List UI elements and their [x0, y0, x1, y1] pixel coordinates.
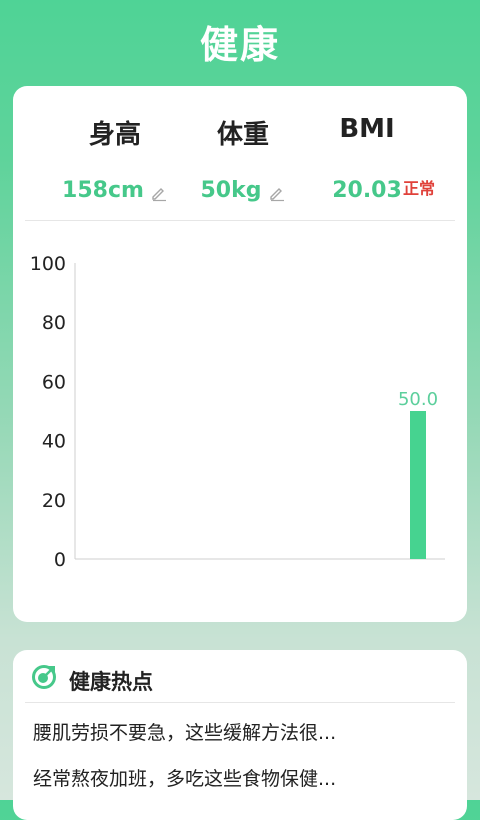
health-news-card: 健康热点 腰肌劳损不要急，这些缓解方法很... 经常熬夜加班，多吃这些食物保健.… [13, 650, 467, 820]
y-tick-label: 60 [42, 371, 66, 393]
page-title: 健康 [199, 23, 280, 67]
news-item[interactable]: 腰肌劳损不要急，这些缓解方法很... [33, 718, 336, 745]
target-icon [32, 665, 56, 689]
y-tick-label: 80 [42, 312, 66, 334]
bar-value-label: 50.0 [398, 389, 438, 410]
y-tick-label: 20 [42, 490, 66, 512]
news-section-title: 健康热点 [69, 670, 153, 694]
y-tick-label: 100 [30, 253, 66, 275]
y-tick-label: 40 [42, 431, 66, 453]
health-metrics-card: 身高 158cm 体重 50kg BMI 20.03 正常 0 20 40 60 80 1… [13, 86, 467, 622]
news-divider [25, 702, 455, 703]
y-tick-label: 0 [54, 549, 66, 571]
chart-bar [410, 411, 426, 559]
weight-bar-chart: 0 20 40 60 80 100 50.0 [30, 253, 445, 571]
news-item[interactable]: 经常熬夜加班，多吃这些食物保健... [33, 764, 336, 791]
